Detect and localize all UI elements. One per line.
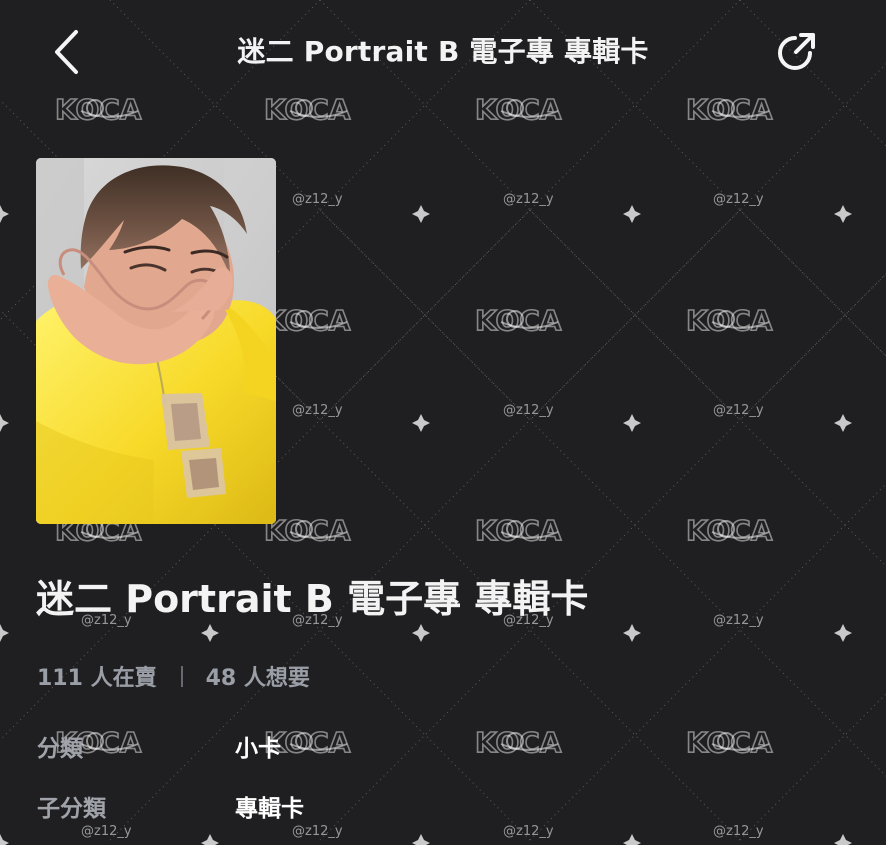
svg-text:@z12_y: @z12_y	[713, 403, 764, 418]
svg-text:@z12_y: @z12_y	[713, 192, 764, 207]
selling-count: 111 人在賣	[37, 666, 157, 691]
svg-text:KOCA: KOCA	[264, 304, 351, 337]
svg-text:@z12_y: @z12_y	[292, 824, 343, 839]
share-arrow-icon	[778, 33, 815, 70]
product-photo	[36, 158, 276, 524]
top-navigation-bar: 迷二 Portrait B 電子專 專輯卡	[0, 0, 886, 106]
chevron-left-icon	[55, 30, 78, 74]
market-stats: 111 人在賣 48 人想要	[37, 658, 310, 694]
back-button[interactable]	[44, 24, 88, 80]
svg-text:@z12_y: @z12_y	[713, 824, 764, 839]
wanting-count: 48 人想要	[205, 666, 310, 691]
share-button[interactable]	[770, 26, 822, 78]
stats-divider	[180, 665, 183, 687]
detail-row-subcategory: 子分類 專輯卡	[37, 787, 737, 825]
category-value: 小卡	[235, 736, 281, 762]
svg-text:KOCA: KOCA	[475, 514, 562, 547]
svg-text:KOCA: KOCA	[686, 304, 773, 337]
svg-text:@z12_y: @z12_y	[503, 824, 554, 839]
product-title: 迷二 Portrait B 電子專 專輯卡	[36, 577, 589, 621]
detail-row-category: 分類 小卡	[37, 727, 737, 765]
subcategory-label: 子分類	[37, 796, 106, 822]
page-title: 迷二 Portrait B 電子專 專輯卡	[237, 35, 649, 68]
svg-text:@z12_y: @z12_y	[292, 192, 343, 207]
svg-text:@z12_y: @z12_y	[503, 192, 554, 207]
category-label: 分類	[37, 736, 83, 762]
svg-text:@z12_y: @z12_y	[81, 824, 132, 839]
svg-text:KOCA: KOCA	[264, 514, 351, 547]
svg-text:KOCA: KOCA	[475, 304, 562, 337]
subcategory-value: 專輯卡	[235, 796, 304, 822]
svg-text:@z12_y: @z12_y	[292, 403, 343, 418]
item-detail-screen: KOCA KOCA KOCA KOCA KOCA KOCA KOCA KOCA …	[0, 0, 886, 845]
photocard-image	[36, 158, 276, 524]
svg-text:@z12_y: @z12_y	[503, 403, 554, 418]
svg-text:KOCA: KOCA	[686, 514, 773, 547]
